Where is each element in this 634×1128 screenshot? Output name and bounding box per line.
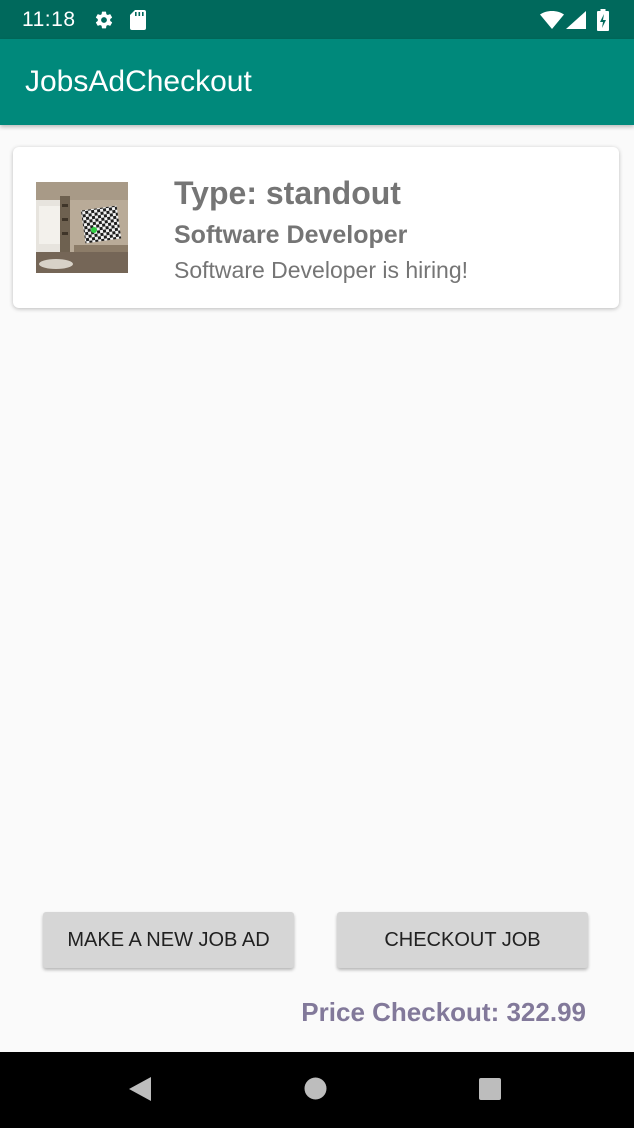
make-new-job-ad-button[interactable]: MAKE A NEW JOB AD [43, 912, 294, 968]
recents-icon[interactable] [479, 1078, 501, 1100]
home-icon[interactable] [304, 1077, 327, 1100]
wifi-icon [540, 11, 564, 29]
job-card[interactable]: Type: standout Software Developer Softwa… [13, 147, 619, 308]
app-bar: JobsAdCheckout [0, 39, 634, 125]
job-type-label: Type: standout [174, 175, 401, 211]
battery-charging-icon [597, 9, 609, 31]
sd-card-icon [130, 10, 146, 30]
price-checkout-label: Price Checkout: 322.99 [301, 997, 586, 1027]
status-bar: 11:18 [0, 0, 634, 39]
checkout-job-button[interactable]: CHECKOUT JOB [337, 912, 588, 968]
job-title: Software Developer [174, 221, 408, 249]
cell-signal-icon [566, 11, 586, 29]
status-time: 11:18 [22, 8, 76, 31]
back-icon[interactable] [127, 1076, 153, 1102]
job-description: Software Developer is hiring! [174, 257, 469, 283]
app-title: JobsAdCheckout [25, 65, 252, 98]
job-thumbnail-icon [36, 182, 128, 273]
gear-icon [95, 11, 113, 29]
